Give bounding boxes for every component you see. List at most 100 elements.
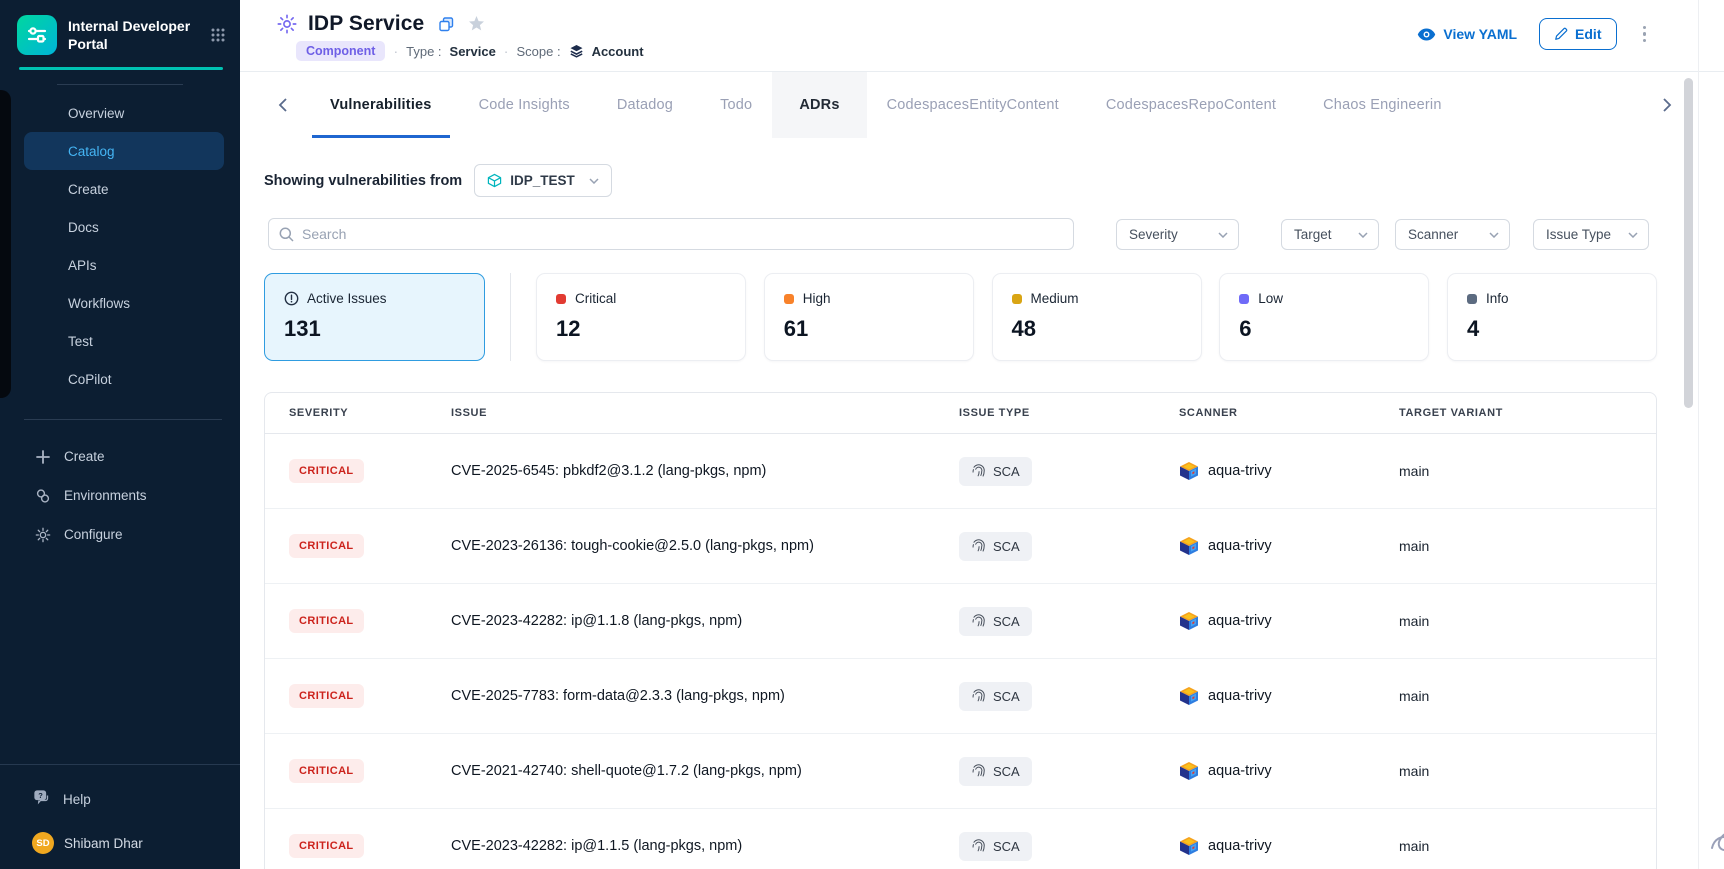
tabs-scroll-left-chevron-icon[interactable] — [278, 72, 287, 138]
severity-dot-icon — [1467, 294, 1477, 304]
sidebar-divider-top — [57, 84, 183, 85]
help-button[interactable]: ? Help — [0, 765, 240, 808]
tab-codespaces-entity-content[interactable]: CodespacesEntityContent — [887, 72, 1059, 138]
sidebar-item-test[interactable]: Test — [24, 322, 224, 360]
severity-stat-label: High — [803, 291, 831, 306]
severity-dot-icon — [1239, 294, 1249, 304]
scope-value: Account — [592, 44, 644, 59]
vulnerabilities-table: SEVERITY ISSUE ISSUE TYPE SCANNER TARGET… — [264, 392, 1657, 869]
brand-title: Internal Developer Portal — [68, 17, 196, 53]
tab-chaos-engineering[interactable]: Chaos Engineerin — [1323, 72, 1441, 138]
active-issues-card[interactable]: Active Issues 131 — [264, 273, 485, 361]
vertical-scrollbar-thumb[interactable] — [1684, 78, 1693, 408]
target-variant-text: main — [1399, 838, 1656, 854]
tab-vulnerabilities[interactable]: Vulnerabilities — [330, 72, 432, 138]
table-row[interactable]: CRITICAL CVE-2023-42282: ip@1.1.5 (lang-… — [265, 809, 1656, 869]
filter-target[interactable]: Target — [1281, 219, 1379, 250]
tab-datadog[interactable]: Datadog — [617, 72, 673, 138]
more-options-kebab-icon[interactable] — [1639, 22, 1651, 47]
brand: Internal Developer Portal — [0, 0, 240, 64]
corner-widget-icon[interactable] — [1710, 822, 1724, 867]
severity-stat-value: 12 — [556, 316, 745, 342]
view-yaml-button[interactable]: View YAML — [1417, 26, 1517, 42]
active-issues-value: 131 — [284, 316, 484, 342]
showing-vulnerabilities-label: Showing vulnerabilities from — [264, 173, 462, 189]
severity-stat-card[interactable]: Low 6 — [1219, 273, 1429, 361]
tab-todo[interactable]: Todo — [720, 72, 752, 138]
severity-stat-value: 61 — [784, 316, 973, 342]
kind-badge[interactable]: Component — [296, 41, 385, 61]
table-row[interactable]: CRITICAL CVE-2025-6545: pbkdf2@3.1.2 (la… — [265, 434, 1656, 509]
sidebar-item-overview[interactable]: Overview — [24, 94, 224, 132]
edit-button[interactable]: Edit — [1539, 18, 1616, 50]
search-input[interactable] — [302, 226, 1063, 242]
view-yaml-label: View YAML — [1443, 26, 1517, 42]
sidebar-item-catalog[interactable]: Catalog — [24, 132, 224, 170]
issue-type-text: SCA — [993, 539, 1020, 554]
issue-text: CVE-2023-42282: ip@1.1.8 (lang-pkgs, npm… — [451, 613, 959, 629]
scanner-name: aqua-trivy — [1208, 763, 1272, 779]
filter-issue-type[interactable]: Issue Type — [1533, 219, 1649, 250]
aqua-trivy-cube-icon — [1179, 536, 1199, 556]
source-select[interactable]: IDP_TEST — [474, 164, 612, 197]
chevron-down-icon — [1489, 232, 1499, 238]
sidebar-item-docs[interactable]: Docs — [24, 208, 224, 246]
sidebar-action-create[interactable]: Create — [0, 437, 240, 476]
sidebar-item-apis[interactable]: APIs — [24, 246, 224, 284]
user-menu[interactable]: SD Shibam Dhar — [0, 808, 240, 869]
copy-icon[interactable] — [439, 17, 454, 32]
aqua-trivy-cube-icon — [1179, 836, 1199, 856]
pencil-icon — [1554, 27, 1568, 41]
filter-severity[interactable]: Severity — [1116, 219, 1239, 250]
severity-stat-card[interactable]: Info 4 — [1447, 273, 1657, 361]
severity-stat-card[interactable]: Medium 48 — [992, 273, 1202, 361]
sidebar-action-label: Environments — [64, 488, 147, 503]
issue-type-text: SCA — [993, 614, 1020, 629]
tab-code-insights[interactable]: Code Insights — [479, 72, 570, 138]
app-grid-icon[interactable] — [210, 27, 226, 43]
table-row[interactable]: CRITICAL CVE-2023-42282: ip@1.1.8 (lang-… — [265, 584, 1656, 659]
target-variant-text: main — [1399, 688, 1656, 704]
filter-label: Issue Type — [1546, 227, 1611, 242]
issue-text: CVE-2021-42740: shell-quote@1.7.2 (lang-… — [451, 763, 959, 779]
search-icon — [279, 227, 294, 242]
severity-stat-card[interactable]: Critical 12 — [536, 273, 746, 361]
scanner-name: aqua-trivy — [1208, 838, 1272, 854]
issue-type-pill: SCA — [959, 682, 1032, 711]
issue-text: CVE-2025-6545: pbkdf2@3.1.2 (lang-pkgs, … — [451, 463, 959, 479]
eye-icon — [1417, 28, 1436, 41]
tab-codespaces-repo-content[interactable]: CodespacesRepoContent — [1106, 72, 1276, 138]
filter-scanner[interactable]: Scanner — [1395, 219, 1510, 250]
edit-label: Edit — [1575, 26, 1601, 42]
tabs-scroll-right-chevron-icon[interactable] — [1663, 72, 1672, 138]
sidebar-item-copilot[interactable]: CoPilot — [24, 360, 224, 398]
sidebar-item-create[interactable]: Create — [24, 170, 224, 208]
cards-divider — [510, 273, 511, 361]
table-row[interactable]: CRITICAL CVE-2023-26136: tough-cookie@2.… — [265, 509, 1656, 584]
sca-fingerprint-icon — [971, 764, 986, 779]
tab-adrs[interactable]: ADRs — [772, 72, 866, 138]
severity-badge: CRITICAL — [289, 609, 364, 633]
aqua-trivy-cube-icon — [1179, 761, 1199, 781]
table-row[interactable]: CRITICAL CVE-2025-7783: form-data@2.3.3 … — [265, 659, 1656, 734]
gear-icon — [34, 527, 52, 543]
issue-type-pill: SCA — [959, 532, 1032, 561]
severity-stat-card[interactable]: High 61 — [764, 273, 974, 361]
sidebar-item-workflows[interactable]: Workflows — [24, 284, 224, 322]
severity-stat-label: Medium — [1031, 291, 1079, 306]
favorite-star-icon[interactable] — [468, 16, 485, 32]
sidebar-actions: Create Environments Configure — [0, 437, 240, 554]
sidebar-action-environments[interactable]: Environments — [0, 476, 240, 515]
column-severity: SEVERITY — [265, 407, 451, 419]
severity-stat-label: Info — [1486, 291, 1509, 306]
scope-label: Scope : — [516, 44, 560, 59]
scanner-name: aqua-trivy — [1208, 463, 1272, 479]
severity-stat-label: Critical — [575, 291, 616, 306]
environments-icon — [34, 488, 52, 504]
table-row[interactable]: CRITICAL CVE-2021-42740: shell-quote@1.7… — [265, 734, 1656, 809]
column-scanner: SCANNER — [1179, 407, 1399, 419]
sidebar-action-configure[interactable]: Configure — [0, 515, 240, 554]
severity-dot-icon — [556, 294, 566, 304]
issue-type-pill: SCA — [959, 757, 1032, 786]
portal-logo-icon — [17, 15, 57, 55]
